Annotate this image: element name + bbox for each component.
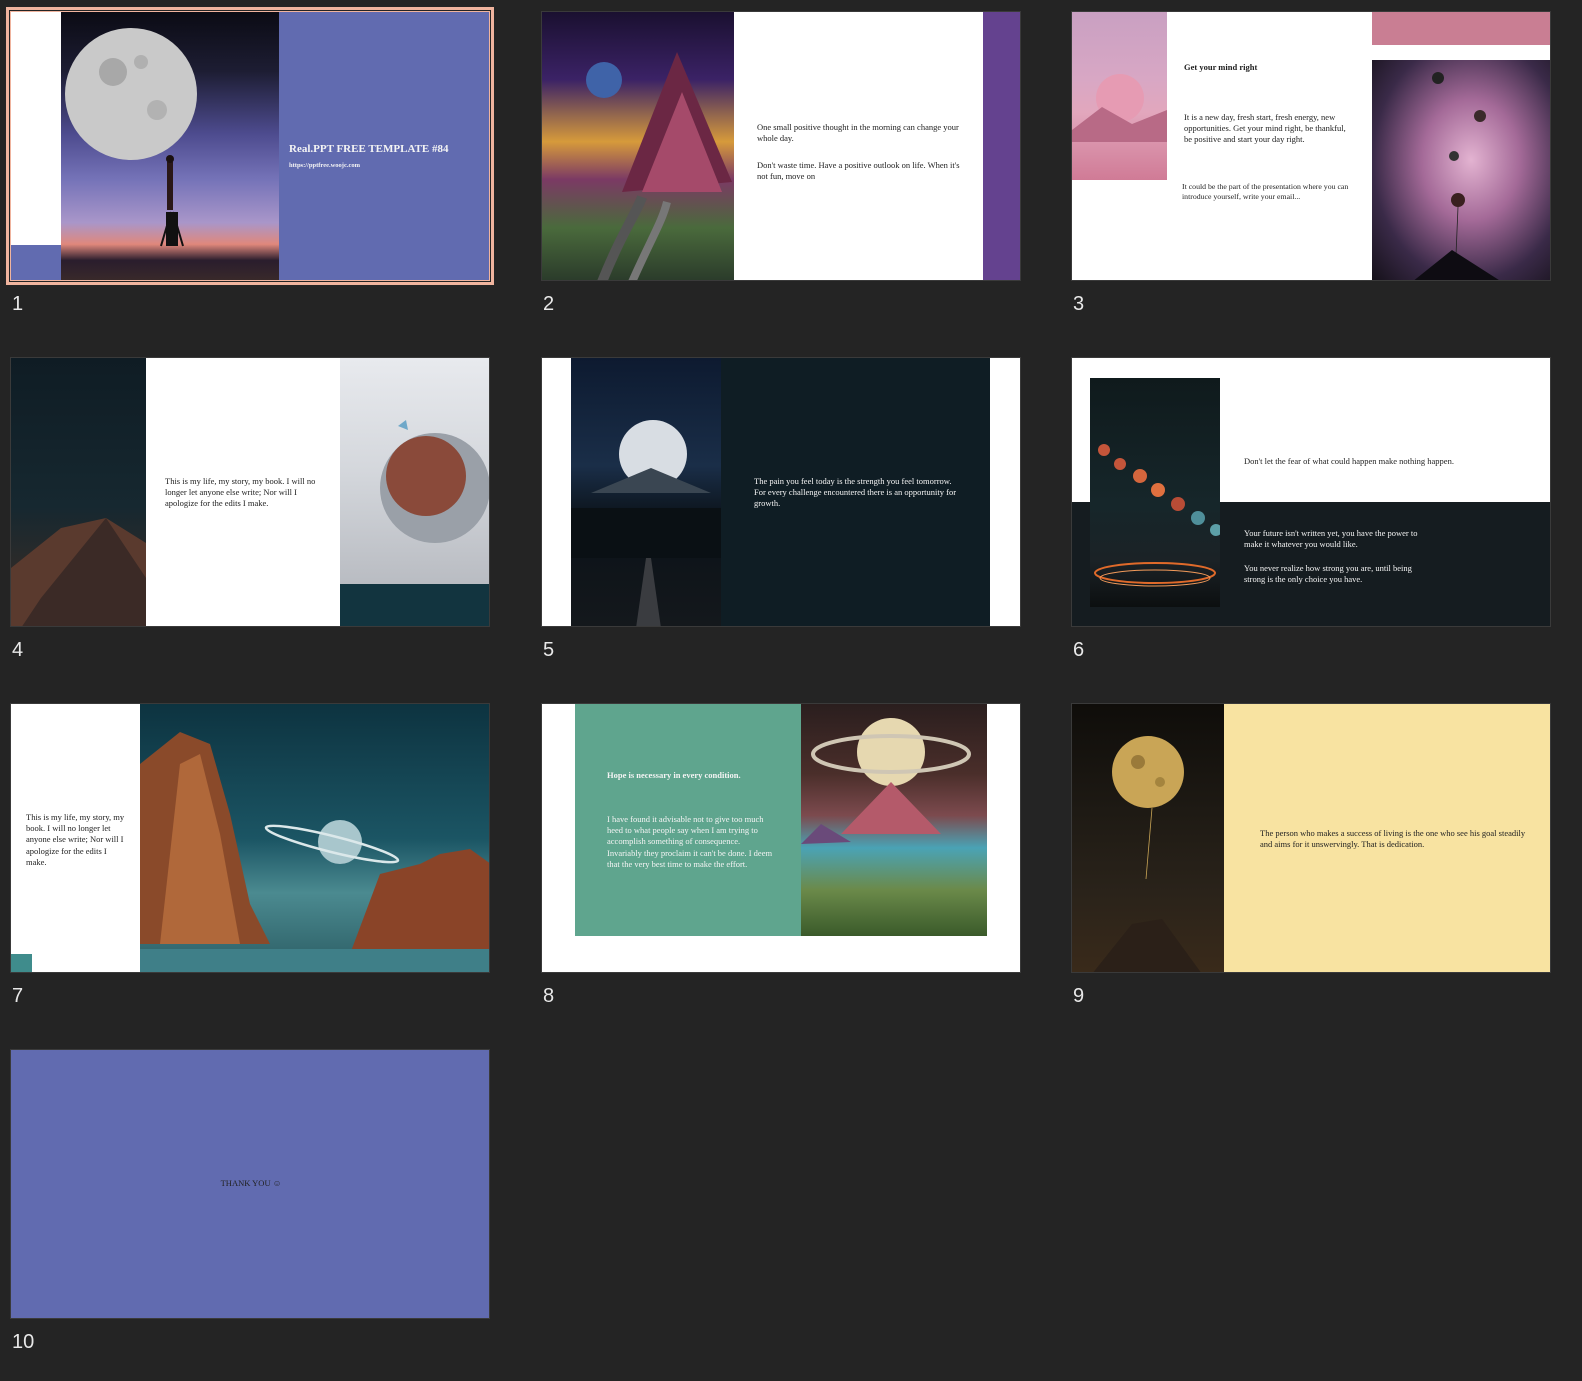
balloon-planets-image — [1372, 60, 1550, 280]
body-text: The pain you feel today is the strength … — [754, 476, 957, 509]
slide-number: 2 — [543, 293, 555, 315]
slide-thumbnail-6[interactable]: Don't let the fear of what could happen … — [1071, 357, 1553, 661]
slide-canvas: Real.PPT FREE TEMPLATE #84 https://pptfr… — [6, 7, 494, 285]
slide-thumbnail-5[interactable]: The pain you feel today is the strength … — [541, 357, 1023, 661]
slide-canvas: The pain you feel today is the strength … — [541, 357, 1021, 627]
slide-thumbnail-1[interactable]: Real.PPT FREE TEMPLATE #84 https://pptfr… — [6, 7, 494, 315]
slide-thumbnail-8[interactable]: Hope is necessary in every condition. I … — [541, 703, 1023, 1007]
slide-thumbnail-2[interactable]: One small positive thought in the mornin… — [541, 11, 1023, 315]
slide-thumbnail-10[interactable]: THANK YOU ☺ 10 — [10, 1049, 492, 1353]
body-text-2: Don't waste time. Have a positive outloo… — [757, 160, 960, 182]
slide-canvas: One small positive thought in the mornin… — [541, 11, 1021, 281]
slide-thumbnail-3[interactable]: Get your mind right It is a new day, fre… — [1071, 11, 1553, 315]
mountain-clouds-image — [542, 12, 734, 280]
slide-canvas: Hope is necessary in every condition. I … — [541, 703, 1021, 973]
purple-side-bar — [983, 12, 1020, 280]
slide-thumbnail-4[interactable]: This is my life, my story, my book. I wi… — [10, 357, 492, 661]
dark-teal-block — [340, 584, 489, 626]
slide-number: 7 — [12, 985, 24, 1007]
body-text: The person who makes a success of living… — [1260, 828, 1526, 850]
body-text: This is my life, my story, my book. I wi… — [26, 812, 125, 867]
lunar-phases-image — [1090, 378, 1220, 607]
body-text-3: You never realize how strong you are, un… — [1244, 563, 1412, 585]
slide-number: 5 — [543, 639, 555, 661]
golden-moon-image — [1072, 704, 1224, 972]
periwinkle-corner-block — [11, 245, 61, 280]
pink-desert-image — [1072, 12, 1167, 180]
slide-heading: Get your mind right — [1184, 62, 1258, 72]
body-text-2: Your future isn't written yet, you have … — [1244, 528, 1418, 550]
left-white-panel — [11, 12, 61, 280]
slide-title: Real.PPT FREE TEMPLATE #84 — [289, 143, 449, 155]
body-text-1: Don't let the fear of what could happen … — [1244, 456, 1454, 466]
slide-canvas: This is my life, my story, my book. I wi… — [10, 703, 490, 973]
body-text: I have found it advisable not to give to… — [607, 814, 773, 869]
canyon-saturn-image — [140, 704, 489, 972]
slide-number: 1 — [12, 293, 24, 315]
moon-ladder-image — [61, 12, 279, 280]
slide-canvas: Get your mind right It is a new day, fre… — [1071, 11, 1551, 281]
slide-heading: Hope is necessary in every condition. — [607, 770, 741, 780]
slide-number: 8 — [543, 985, 555, 1007]
slide-canvas: This is my life, my story, my book. I wi… — [10, 357, 490, 627]
slide-number: 9 — [1073, 985, 1085, 1007]
moon-road-image — [571, 358, 721, 626]
body-text-2: It could be the part of the presentation… — [1182, 182, 1349, 202]
slide-number: 6 — [1073, 639, 1085, 661]
slide-number: 10 — [12, 1331, 35, 1353]
starry-mountain-image — [11, 358, 146, 626]
body-text: This is my life, my story, my book. I wi… — [165, 476, 316, 509]
slide-thumbnail-7[interactable]: This is my life, my story, my book. I wi… — [10, 703, 492, 1007]
teal-corner-square — [11, 954, 32, 972]
body-text-1: One small positive thought in the mornin… — [757, 122, 959, 144]
slide-number: 4 — [12, 639, 24, 661]
closing-text: THANK YOU ☺ — [220, 1178, 282, 1188]
slide-canvas: Don't let the fear of what could happen … — [1071, 357, 1551, 627]
astronaut-butterfly-image — [340, 358, 489, 584]
slide-canvas: The person who makes a success of living… — [1071, 703, 1551, 973]
rose-accent-bar — [1372, 12, 1550, 45]
slide-url: https://pptfree.woojc.com — [289, 162, 361, 169]
saturn-beach-image — [801, 704, 987, 936]
slide-number: 3 — [1073, 293, 1085, 315]
slide-thumbnail-9[interactable]: The person who makes a success of living… — [1071, 703, 1553, 1007]
slide-canvas: THANK YOU ☺ — [10, 1049, 490, 1319]
body-text-1: It is a new day, fresh start, fresh ener… — [1184, 112, 1346, 145]
